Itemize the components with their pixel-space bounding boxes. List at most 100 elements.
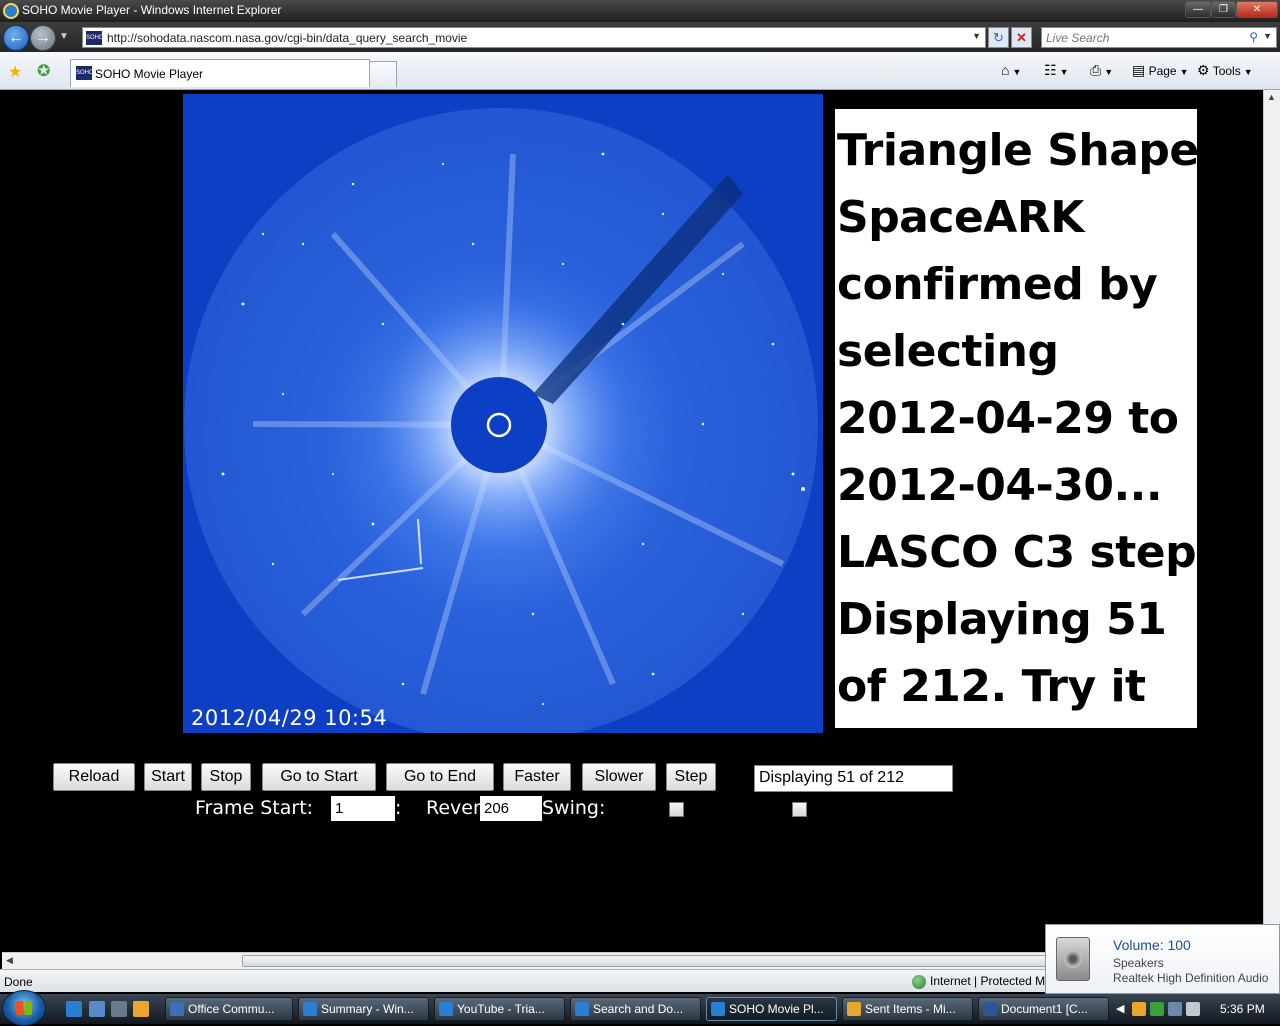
quicklaunch-switch-icon[interactable]	[111, 1001, 127, 1017]
home-icon: ⌂	[1001, 62, 1010, 78]
search-options-icon[interactable]: ▼	[1263, 31, 1272, 41]
swing-checkbox[interactable]	[792, 802, 807, 817]
quicklaunch-desktop-icon[interactable]	[89, 1001, 105, 1017]
annotation-text: Triangle Shape SpaceARK confirmed by sel…	[837, 117, 1199, 720]
search-box[interactable]: ⚲ ▼	[1041, 27, 1277, 48]
note-line: Triangle Shape	[837, 125, 1199, 176]
clock[interactable]: 5:36 PM	[1220, 1002, 1265, 1016]
tray-status-icon[interactable]	[1150, 1002, 1164, 1016]
frame-start-label: Frame Start:	[195, 797, 314, 819]
taskbar-label: Document1 [C...	[1001, 1002, 1088, 1016]
tools-menu[interactable]: ⚙ Tools ▼	[1197, 62, 1253, 79]
scroll-left-icon[interactable]: ◀	[6, 955, 13, 966]
quicklaunch-outlook-icon[interactable]	[133, 1001, 149, 1017]
note-line: of 212. Try it	[837, 661, 1146, 712]
note-line: 2012-04-30...	[837, 460, 1163, 511]
taskbar-button-sent-items[interactable]: Sent Items - Mi...	[842, 997, 973, 1021]
taskbar: Office Commu... Summary - Win... YouTube…	[0, 990, 1280, 1026]
tab-soho-movie-player[interactable]: SOHO SOHO Movie Player	[70, 59, 370, 87]
forward-button[interactable]: →	[30, 25, 56, 51]
vertical-scrollbar[interactable]: ▲ ▼	[1263, 90, 1280, 952]
start-orb[interactable]	[2, 990, 46, 1026]
page-icon: ▤	[1132, 62, 1146, 78]
tray-expand-icon[interactable]: ◀	[1116, 1002, 1124, 1015]
back-button[interactable]: ←	[3, 25, 29, 51]
print-button[interactable]: ⎙ ▼	[1090, 62, 1113, 79]
note-line: LASCO C3 step	[837, 527, 1197, 578]
new-tab-button[interactable]	[369, 61, 397, 87]
page-menu[interactable]: ▤ Page ▼	[1132, 62, 1189, 79]
gear-icon: ⚙	[1197, 62, 1210, 78]
stop-movie-button[interactable]: Stop	[201, 763, 251, 791]
taskbar-button-summary[interactable]: Summary - Win...	[298, 997, 429, 1021]
frame-start-input[interactable]: 1	[331, 796, 395, 821]
security-zone-text: Internet | Protected M	[930, 974, 1046, 988]
favorites-star-icon[interactable]: ★	[8, 62, 22, 82]
slower-button[interactable]: Slower	[582, 763, 656, 791]
coronagraph-image	[183, 94, 823, 733]
note-line: selecting	[837, 326, 1059, 377]
tools-menu-label: Tools	[1212, 64, 1241, 78]
taskbar-button-search[interactable]: Search and Do...	[570, 997, 701, 1021]
step-button[interactable]: Step	[666, 763, 716, 791]
globe-icon	[912, 974, 926, 989]
lasco-c3-image: 2012/04/29 10:54	[183, 94, 823, 733]
frame-end-label-fragment: :	[395, 797, 402, 819]
outlook-icon	[847, 1002, 861, 1016]
rss-icon: ☷	[1044, 62, 1057, 78]
stop-icon: ✕	[1016, 30, 1027, 45]
window-title: SOHO Movie Player - Windows Internet Exp…	[22, 3, 282, 17]
volume-driver: Realtek High Definition Audio	[1113, 971, 1269, 985]
taskbar-label: Search and Do...	[593, 1002, 684, 1016]
taskbar-button-document1[interactable]: Document1 [C...	[978, 997, 1109, 1021]
refresh-button[interactable]: ↻	[988, 27, 1009, 48]
url-text[interactable]: http://sohodata.nascom.nasa.gov/cgi-bin/…	[107, 31, 467, 45]
taskbar-button-soho[interactable]: SOHO Movie Pl...	[706, 997, 837, 1021]
taskbar-label: Summary - Win...	[321, 1002, 414, 1016]
annotation-note: Triangle Shape SpaceARK confirmed by sel…	[835, 109, 1199, 728]
command-bar: ★ ✪ SOHO SOHO Movie Player ⌂ ▼ ☷ ▼ ⎙ ▼ ▤ Pa…	[0, 52, 1280, 90]
printer-icon: ⎙	[1090, 62, 1102, 78]
tab-label: SOHO Movie Player	[95, 67, 204, 81]
windows-logo-icon	[16, 1001, 32, 1015]
close-button[interactable]: ✕	[1236, 1, 1278, 18]
quicklaunch-ie-icon[interactable]	[66, 1001, 82, 1017]
url-dropdown-icon[interactable]: ▼	[972, 31, 981, 41]
taskbar-button-youtube[interactable]: YouTube - Tria...	[434, 997, 565, 1021]
ie-window: SOHO Movie Player - Windows Internet Exp…	[0, 0, 1280, 1026]
system-tray: ◀ 5:36 PM	[1112, 994, 1280, 1024]
scroll-up-icon[interactable]: ▲	[1267, 92, 1276, 102]
frame-status-field[interactable]: Displaying 51 of 212	[754, 765, 953, 792]
tray-outlook-icon[interactable]	[1132, 1002, 1146, 1016]
url-field[interactable]: SOHO http://sohodata.nascom.nasa.gov/cgi…	[82, 27, 986, 48]
security-zone[interactable]: Internet | Protected M	[912, 974, 1045, 989]
swing-label: Swing:	[542, 797, 606, 819]
title-bar: SOHO Movie Player - Windows Internet Exp…	[0, 0, 1280, 22]
home-button[interactable]: ⌂ ▼	[1001, 62, 1021, 78]
page-menu-label: Page	[1148, 64, 1177, 78]
minimize-button[interactable]: —	[1185, 1, 1211, 18]
add-favorites-icon[interactable]: ✪	[37, 61, 50, 81]
feeds-button[interactable]: ☷ ▼	[1044, 62, 1068, 79]
go-to-start-button[interactable]: Go to Start	[262, 763, 376, 791]
stop-button[interactable]: ✕	[1011, 27, 1032, 48]
reverse-checkbox[interactable]	[669, 802, 684, 817]
taskbar-label: YouTube - Tria...	[457, 1002, 545, 1016]
go-to-end-button[interactable]: Go to End	[386, 763, 494, 791]
ie-logo-icon	[3, 3, 19, 19]
note-line: Displaying 51	[837, 594, 1167, 645]
restore-button[interactable]: ❐	[1211, 1, 1236, 18]
taskbar-button-office-communicator[interactable]: Office Commu...	[165, 997, 293, 1021]
tray-network-icon[interactable]	[1168, 1002, 1182, 1016]
search-input[interactable]	[1046, 30, 1246, 45]
note-line: confirmed by	[837, 259, 1158, 310]
volume-notification[interactable]: Volume: 100 Speakers Realtek High Defini…	[1045, 924, 1280, 994]
start-button[interactable]: Start	[144, 763, 192, 791]
faster-button[interactable]: Faster	[503, 763, 571, 791]
frame-end-input[interactable]: 206	[480, 796, 542, 821]
taskbar-label: SOHO Movie Pl...	[729, 1002, 824, 1016]
recent-pages-dropdown[interactable]: ▼	[59, 31, 69, 42]
search-icon[interactable]: ⚲	[1249, 30, 1258, 44]
reload-button[interactable]: Reload	[53, 763, 135, 791]
tray-volume-icon[interactable]	[1186, 1002, 1200, 1016]
